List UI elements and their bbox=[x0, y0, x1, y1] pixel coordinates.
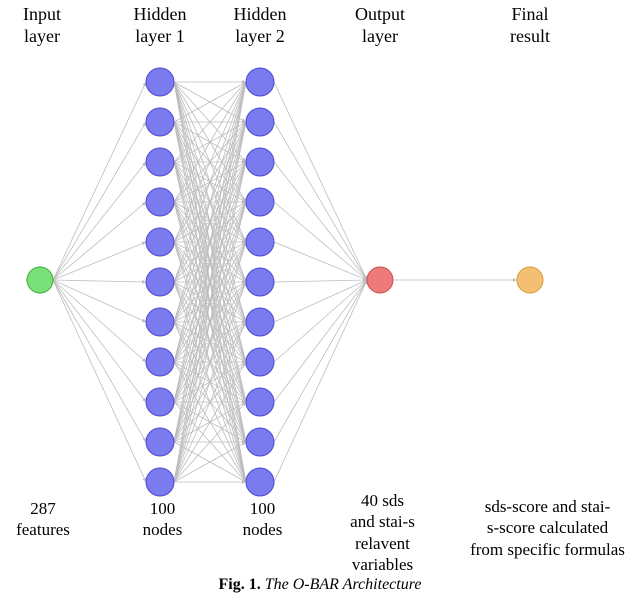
edge bbox=[53, 280, 146, 362]
edge bbox=[53, 280, 146, 442]
hidden1-node-0 bbox=[146, 68, 174, 96]
hidden1-node-1 bbox=[146, 108, 174, 136]
hidden2-node-10 bbox=[246, 468, 274, 496]
edge bbox=[53, 280, 146, 282]
hidden1-node-9 bbox=[146, 428, 174, 456]
edge bbox=[274, 280, 367, 282]
network-diagram bbox=[0, 0, 640, 560]
final-result-sub: sds-score and stai-s-score calculatedfro… bbox=[460, 496, 635, 560]
input-node bbox=[27, 267, 53, 293]
edge bbox=[274, 82, 367, 280]
input-layer-sub: 287features bbox=[8, 498, 78, 541]
output-layer-title: Outputlayer bbox=[345, 4, 415, 47]
edge bbox=[53, 122, 146, 280]
hidden1-node-6 bbox=[146, 308, 174, 336]
final-result-title: Finalresult bbox=[495, 4, 565, 47]
edge bbox=[53, 162, 146, 280]
hidden2-node-2 bbox=[246, 148, 274, 176]
hidden1-layer-sub: 100nodes bbox=[135, 498, 190, 541]
hidden2-layer-sub: 100nodes bbox=[235, 498, 290, 541]
edge bbox=[274, 280, 367, 442]
figure-number: Fig. 1. bbox=[219, 576, 261, 593]
hidden2-layer-title: Hiddenlayer 2 bbox=[225, 4, 295, 47]
output-layer-sub: 40 sdsand stai-srelaventvariables bbox=[335, 490, 430, 575]
edge bbox=[274, 202, 367, 280]
hidden2-node-8 bbox=[246, 388, 274, 416]
edge bbox=[53, 280, 146, 322]
figure-caption-text: The O‑BAR Architecture bbox=[261, 576, 422, 593]
edge bbox=[53, 202, 146, 280]
input-layer-title: Inputlayer bbox=[12, 4, 72, 47]
hidden1-node-4 bbox=[146, 228, 174, 256]
edge bbox=[274, 280, 367, 482]
hidden1-node-10 bbox=[146, 468, 174, 496]
hidden2-node-7 bbox=[246, 348, 274, 376]
edge bbox=[274, 242, 367, 280]
edge bbox=[53, 242, 146, 280]
hidden1-node-8 bbox=[146, 388, 174, 416]
hidden2-node-4 bbox=[246, 228, 274, 256]
hidden1-node-5 bbox=[146, 268, 174, 296]
hidden2-node-9 bbox=[246, 428, 274, 456]
edge bbox=[274, 122, 367, 280]
edge bbox=[274, 280, 367, 322]
output-node bbox=[367, 267, 393, 293]
edge bbox=[274, 280, 367, 362]
hidden2-node-6 bbox=[246, 308, 274, 336]
final-node bbox=[517, 267, 543, 293]
hidden2-node-3 bbox=[246, 188, 274, 216]
hidden2-node-5 bbox=[246, 268, 274, 296]
hidden1-node-3 bbox=[146, 188, 174, 216]
hidden1-layer-title: Hiddenlayer 1 bbox=[125, 4, 195, 47]
hidden2-node-0 bbox=[246, 68, 274, 96]
hidden1-node-2 bbox=[146, 148, 174, 176]
edge bbox=[53, 280, 146, 402]
hidden2-node-1 bbox=[246, 108, 274, 136]
figure-caption: Fig. 1. The O‑BAR Architecture bbox=[170, 576, 470, 594]
edge bbox=[53, 280, 146, 482]
edge bbox=[53, 82, 146, 280]
edge bbox=[274, 162, 367, 280]
hidden1-node-7 bbox=[146, 348, 174, 376]
edge bbox=[274, 280, 367, 402]
